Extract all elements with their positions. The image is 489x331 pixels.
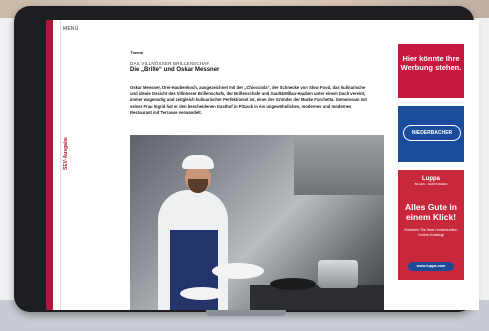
niederbacher-logo: NIEDERBACHER	[403, 125, 461, 141]
luppa-subtext: Erstellen Sie Ihren individuellen Online…	[404, 228, 458, 237]
article-subline: DAS VILLNÖSSER BRILLENSCHAF	[130, 61, 210, 66]
screen: MENÜ SEV·Ausgabe Thema DAS VILLNÖSSER BR…	[46, 20, 479, 310]
search-icon[interactable]	[46, 20, 479, 38]
ad-banner-luppa[interactable]: Luppa BAUEN · RENOVIEREN Alles Gute in e…	[398, 170, 464, 280]
luppa-link-button[interactable]: www.luppa.com	[408, 262, 454, 271]
article: Thema DAS VILLNÖSSER BRILLENSCHAF Die „B…	[130, 50, 375, 116]
sidebar	[46, 20, 61, 310]
brand-vertical: SEV·Ausgabe	[63, 90, 71, 170]
ad-banner-niederbacher[interactable]: NIEDERBACHER	[398, 106, 464, 162]
chef-photo[interactable]	[130, 135, 384, 310]
article-kicker: Thema	[130, 50, 143, 55]
photo-pan	[270, 278, 316, 290]
ad-banner-placeholder[interactable]: Hier könnte Ihre Werbung stehen.	[398, 44, 464, 98]
article-headline: Die „Brille“ und Oskar Messner	[130, 67, 220, 73]
photo-hood	[294, 135, 384, 195]
accent-bar	[46, 20, 53, 310]
photo-plate	[212, 263, 264, 279]
photo-cap	[182, 155, 214, 169]
menu-label[interactable]: MENÜ	[63, 26, 79, 32]
tablet-device: MENÜ SEV·Ausgabe Thema DAS VILLNÖSSER BR…	[14, 6, 479, 312]
photo-stove	[250, 285, 384, 310]
photo-plate	[180, 287, 224, 300]
tablet-stand	[206, 310, 286, 316]
article-body: Oskar Messner, Drei-Haubenkoch, ausgezei…	[130, 85, 367, 115]
luppa-headline: Alles Gute in einem Klick!	[405, 202, 457, 222]
brand-vertical-text: SEV·Ausgabe	[63, 137, 69, 170]
ad1-text: Hier könnte Ihre Werbung stehen.	[400, 54, 462, 72]
luppa-tagline: BAUEN · RENOVIEREN	[414, 182, 448, 186]
photo-pot	[318, 260, 358, 288]
